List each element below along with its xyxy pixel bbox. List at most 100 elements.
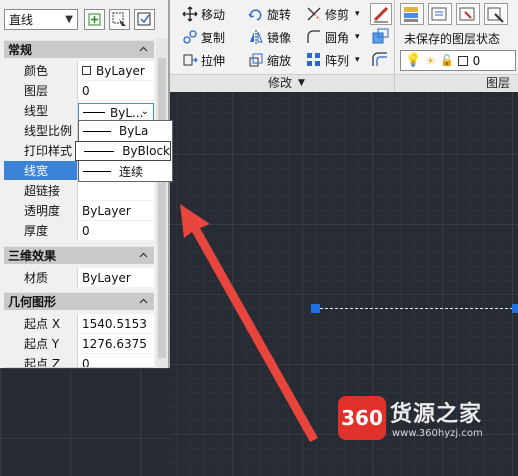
array-button[interactable]: 阵列 ▾ — [306, 50, 360, 70]
ribbon-panel-title-bar — [170, 74, 518, 92]
erase-icon[interactable] — [370, 3, 392, 25]
trim-icon — [306, 6, 322, 22]
array-dropdown-icon[interactable]: ▾ — [355, 55, 360, 65]
copy-icon — [182, 29, 198, 45]
prop-key: 打印样式 — [4, 141, 78, 160]
prop-value[interactable]: ByLayer — [78, 61, 154, 80]
layer-properties-icon[interactable] — [400, 3, 424, 25]
rotate-label: 旋转 — [267, 7, 292, 22]
palette-toolbar: 直线 ▼ — [0, 0, 168, 38]
array-label: 阵列 — [325, 53, 350, 68]
prop-value[interactable]: ByLayer — [78, 268, 154, 287]
watermark-title: 货源之家 — [390, 402, 483, 427]
chevron-down-icon: ▼ — [65, 14, 73, 25]
stretch-icon — [182, 52, 198, 68]
linetype-option-bylayer[interactable]: ByLa — [79, 121, 172, 141]
linetype-option-label: ByLa — [119, 124, 149, 138]
linetype-dropdown-list[interactable]: ByLa ByBlock 连续 — [75, 120, 173, 182]
fillet-dropdown-icon[interactable]: ▾ — [355, 32, 360, 42]
layer-match-icon[interactable] — [484, 3, 508, 25]
modify-panel-title-text: 修改 — [268, 76, 293, 90]
prop-value[interactable]: 1540.5153 — [78, 314, 154, 333]
object-type-value: 直线 — [9, 13, 34, 27]
current-layer-name: 0 — [472, 53, 481, 68]
prop-row-material[interactable]: 材质 ByLayer — [4, 268, 154, 287]
toggle-pickadd-button[interactable] — [84, 9, 105, 30]
prop-row-color[interactable]: 颜色 ByLayer — [4, 61, 154, 80]
select-objects-button[interactable] — [109, 9, 130, 30]
palette-scrollbar[interactable] — [156, 38, 168, 368]
prop-row-transparency[interactable]: 透明度 ByLayer — [4, 201, 154, 220]
offset-icon[interactable] — [370, 50, 392, 72]
prop-row-start-x[interactable]: 起点 X 1540.5153 — [4, 314, 154, 333]
linetype-selected-value: ByL... — [110, 105, 144, 120]
copy-button[interactable]: 复制 — [182, 27, 225, 47]
layer-state-icon[interactable] — [428, 3, 452, 25]
prop-value[interactable] — [78, 181, 154, 200]
section-general[interactable]: 常规 — [4, 40, 154, 58]
red-arrow-annotation — [180, 204, 318, 442]
unlock-icon: 🔓 — [439, 54, 454, 67]
fillet-button[interactable]: 圆角 ▾ — [306, 27, 360, 47]
prop-row-layer[interactable]: 图层 0 — [4, 81, 154, 100]
stretch-label: 拉伸 — [201, 53, 226, 68]
prop-row-start-y[interactable]: 起点 Y 1276.6375 — [4, 334, 154, 353]
drawing-canvas-left[interactable] — [0, 368, 170, 476]
stretch-button[interactable]: 拉伸 — [182, 50, 225, 70]
prop-key: 材质 — [4, 268, 78, 287]
chevron-down-icon: ⌄ — [140, 106, 149, 117]
layers-panel-title[interactable]: 图层 — [486, 74, 510, 91]
prop-key: 图层 — [4, 81, 78, 100]
ribbon-separator — [394, 0, 395, 92]
trim-dropdown-icon[interactable]: ▾ — [355, 9, 360, 19]
collapse-icon[interactable] — [138, 250, 149, 261]
scale-label: 缩放 — [267, 53, 292, 68]
selected-line[interactable] — [315, 308, 518, 309]
rotate-button[interactable]: 旋转 — [248, 4, 291, 24]
modify-panel-title[interactable]: 修改 ▼ — [268, 74, 305, 91]
mirror-icon — [248, 29, 264, 45]
line-sample-icon — [83, 170, 111, 172]
collapse-icon[interactable] — [138, 296, 149, 307]
object-type-select[interactable]: 直线 ▼ — [4, 9, 78, 30]
watermark-logo: 360 货源之家 www.360hyzj.com — [334, 392, 518, 448]
linetype-option-continuous[interactable]: 连续 — [79, 161, 172, 181]
prop-key: 起点 X — [4, 314, 78, 333]
prop-row-hyperlink[interactable]: 超链接 — [4, 181, 154, 200]
prop-value[interactable]: 0 — [78, 221, 154, 240]
prop-key: 起点 Z — [4, 354, 78, 367]
prop-key: 超链接 — [4, 181, 78, 200]
prop-row-thickness[interactable]: 厚度 0 — [4, 221, 154, 240]
section-general-title: 常规 — [8, 43, 33, 57]
quick-select-button[interactable] — [134, 9, 155, 30]
scale-button[interactable]: 缩放 — [248, 50, 291, 70]
layer-state-dropdown[interactable]: 未保存的图层状态 — [404, 28, 500, 48]
prop-value[interactable]: 0 — [78, 81, 154, 100]
current-layer-dropdown[interactable]: 💡 ☀ 🔓 0 — [400, 50, 516, 71]
trim-button[interactable]: 修剪 ▾ — [306, 4, 360, 24]
prop-value[interactable]: 1276.6375 — [78, 334, 154, 353]
collapse-icon[interactable] — [138, 44, 149, 55]
scale-icon — [248, 52, 264, 68]
mirror-button[interactable]: 镜像 — [248, 27, 291, 47]
layer-tools-icon[interactable] — [456, 3, 480, 25]
ribbon: 移动 旋转 修剪 ▾ 复制 镜像 圆角 ▾ 拉伸 缩放 阵列 ▾ 修改 ▼ 未保… — [170, 0, 518, 92]
fillet-label: 圆角 — [325, 30, 350, 45]
move-label: 移动 — [201, 7, 226, 22]
move-button[interactable]: 移动 — [182, 4, 225, 24]
scrollbar-thumb[interactable] — [158, 58, 166, 358]
section-geometry[interactable]: 几何图形 — [4, 292, 154, 310]
color-value: ByLayer — [96, 63, 145, 78]
prop-value[interactable]: 0 — [78, 354, 154, 367]
section-geometry-title: 几何图形 — [8, 295, 57, 309]
modify-panel-expand-icon[interactable]: ▼ — [298, 78, 305, 88]
array-icon — [306, 52, 322, 68]
prop-value[interactable]: ByLayer — [78, 201, 154, 220]
section-3d-effects[interactable]: 三维效果 — [4, 246, 154, 264]
linetype-option-byblock[interactable]: ByBlock — [75, 141, 171, 161]
prop-row-start-z[interactable]: 起点 Z 0 — [4, 354, 154, 368]
line-sample-icon — [83, 130, 111, 132]
line-end-grip[interactable] — [512, 304, 518, 313]
explode-icon[interactable] — [370, 27, 392, 49]
sun-icon: ☀ — [425, 53, 436, 68]
